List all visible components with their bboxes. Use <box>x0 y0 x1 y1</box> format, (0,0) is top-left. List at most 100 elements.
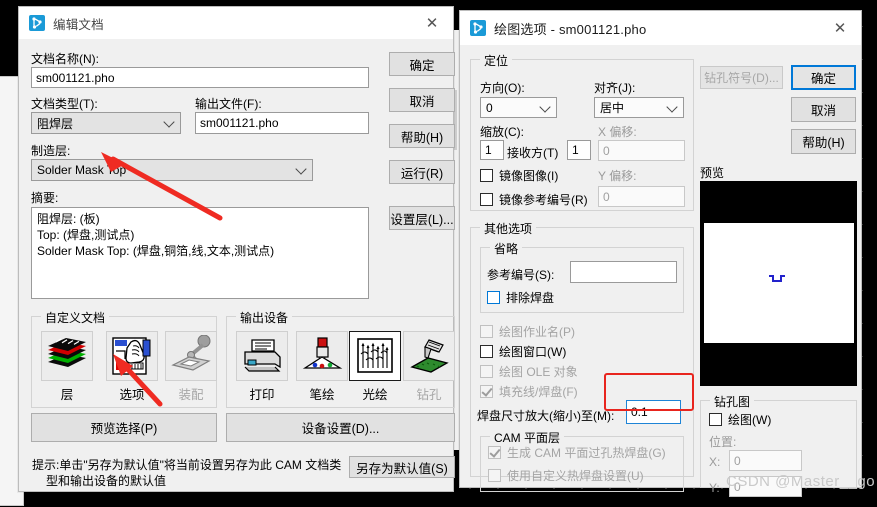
help-button[interactable]: 帮助(H) <box>389 124 455 148</box>
pad-scale-label: 焊盘尺寸放大(缩小)至(M): <box>477 409 615 423</box>
other-options-group-title: 其他选项 <box>480 220 537 237</box>
pad-scale-input[interactable]: 0.1 <box>626 400 681 424</box>
layers-button[interactable] <box>41 331 93 381</box>
assembly-button <box>165 331 217 381</box>
options-caption: 选项 <box>119 388 145 402</box>
photo-plotter-icon <box>357 338 393 373</box>
summary-textbox[interactable]: 阻焊层: (板) Top: (焊盘,测试点) Solder Mask Top: … <box>31 207 369 299</box>
drill-position-label: 位置: <box>709 435 737 449</box>
plot-options-title: 绘图选项 - sm001121.pho <box>494 21 647 37</box>
run-button[interactable]: 运行(R) <box>389 160 455 184</box>
help-button[interactable]: 帮助(H) <box>791 129 856 154</box>
robot-arm-icon <box>171 335 211 371</box>
receive-value: 1 <box>572 143 579 157</box>
checkbox-box <box>480 193 493 206</box>
y-offset-input[interactable]: 0 <box>598 186 685 207</box>
receive-input[interactable]: 1 <box>567 140 591 160</box>
generate-cam-thermal-label: 生成 CAM 平面过孔热焊盘(G) <box>507 446 666 460</box>
photo-plot-caption: 光绘 <box>362 388 388 402</box>
plot-ole-checkbox[interactable]: 绘图 OLE 对象 <box>480 363 578 380</box>
doc-name-label: 文档名称(N): <box>31 52 99 66</box>
y-offset-value: 0 <box>603 189 610 204</box>
y-offset-label: Y 偏移: <box>598 169 637 183</box>
exclude-pad-label: 排除焊盘 <box>506 291 555 305</box>
mirror-refdes-checkbox[interactable]: 镜像参考编号(R) <box>480 191 588 208</box>
refdes-input[interactable] <box>570 261 677 283</box>
drill-x-value: 0 <box>734 453 741 468</box>
close-icon[interactable]: ✕ <box>411 7 453 39</box>
cancel-button[interactable]: 取消 <box>791 97 856 122</box>
doc-type-combo[interactable]: 阻焊层 <box>31 112 181 134</box>
photo-plotter-button[interactable] <box>349 331 401 381</box>
options-button[interactable] <box>106 331 158 381</box>
align-label: 对齐(J): <box>594 81 636 95</box>
plot-options-titlebar: 绘图选项 - sm001121.pho ✕ <box>460 11 861 45</box>
align-value: 居中 <box>600 101 625 115</box>
checkbox-box <box>480 385 493 398</box>
plot-job-name-label: 绘图作业名(P) <box>499 325 575 339</box>
output-file-input[interactable]: sm001121.pho <box>195 112 369 134</box>
drill-x-input[interactable]: 0 <box>729 450 802 471</box>
custom-document-group-title: 自定义文档 <box>41 309 110 326</box>
preview-board <box>704 223 854 343</box>
checkbox-box <box>480 325 493 338</box>
generate-cam-thermal-checkbox[interactable]: 生成 CAM 平面过孔热焊盘(G) <box>488 444 666 461</box>
cancel-button[interactable]: 取消 <box>389 88 455 112</box>
preview-label: 预览 <box>700 166 725 180</box>
ok-button[interactable]: 确定 <box>389 52 455 76</box>
x-offset-input[interactable]: 0 <box>598 140 685 161</box>
checkbox-box <box>709 413 722 426</box>
manufacture-layer-label: 制造层: <box>31 144 71 158</box>
printer-icon <box>244 339 281 372</box>
doc-name-input[interactable]: sm001121.pho <box>31 67 369 88</box>
fill-line-pad-label: 填充线/焊盘(F) <box>499 385 578 399</box>
save-as-default-button[interactable]: 另存为默认值(S) <box>349 456 455 478</box>
scale-input[interactable]: 1 <box>480 140 504 160</box>
pen-plotter-button[interactable] <box>296 331 348 381</box>
drill-caption: 钻孔 <box>416 388 442 402</box>
drill-plot-label: 绘图(W) <box>728 413 772 427</box>
checkbox-box <box>480 169 493 182</box>
doc-type-label: 文档类型(T): <box>31 97 98 111</box>
exclude-pad-checkbox[interactable]: 排除焊盘 <box>487 289 554 306</box>
scale-label: 缩放(C): <box>480 125 524 139</box>
mirror-image-label: 镜像图像(I) <box>499 169 559 183</box>
device-settings-button[interactable]: 设备设置(D)... <box>226 413 455 442</box>
omit-group-title: 省略 <box>490 240 523 257</box>
checkbox-box <box>488 446 501 459</box>
route-icon <box>29 15 45 31</box>
drill-plot-checkbox[interactable]: 绘图(W) <box>709 411 771 428</box>
summary-label: 摘要: <box>31 191 59 205</box>
ok-button[interactable]: 确定 <box>791 65 856 90</box>
direction-value: 0 <box>486 100 493 115</box>
hint-line-1: 提示:单击"另存为默认值"将当前设置另存为此 CAM 文档类 <box>32 458 342 472</box>
use-custom-thermal-checkbox[interactable]: 使用自定义热焊盘设置(U) <box>488 467 644 484</box>
set-layer-button[interactable]: 设置层(L)... <box>389 206 455 230</box>
close-icon[interactable]: ✕ <box>819 11 861 45</box>
fill-line-pad-checkbox[interactable]: 填充线/焊盘(F) <box>480 383 578 400</box>
refdes-label: 参考编号(S): <box>487 268 555 282</box>
plot-window-checkbox[interactable]: 绘图窗口(W) <box>480 343 566 360</box>
plot-job-name-checkbox[interactable]: 绘图作业名(P) <box>480 323 575 340</box>
edit-document-titlebar: 编辑文档 ✕ <box>19 7 453 39</box>
drill-figure-group-title: 钻孔图 <box>710 393 755 410</box>
chevron-down-icon <box>163 116 175 128</box>
plot-options-dialog: 绘图选项 - sm001121.pho ✕ 定位 方向(O): 0 对齐(J):… <box>459 10 862 497</box>
direction-combo[interactable]: 0 <box>480 97 557 118</box>
drill-button <box>403 331 455 381</box>
preview-pad-mark <box>768 275 786 286</box>
drill-icon <box>410 339 449 373</box>
output-file-value: sm001121.pho <box>200 116 279 130</box>
drill-y-label: Y: <box>709 481 720 495</box>
align-combo[interactable]: 居中 <box>594 97 684 118</box>
assembly-caption: 装配 <box>178 388 204 402</box>
preview-canvas[interactable] <box>700 181 857 386</box>
mirror-image-checkbox[interactable]: 镜像图像(I) <box>480 167 558 184</box>
plot-window-label: 绘图窗口(W) <box>499 345 567 359</box>
manufacture-layer-combo[interactable]: Solder Mask Top <box>31 159 313 181</box>
chevron-down-icon <box>539 100 551 113</box>
layers-caption: 层 <box>60 388 74 402</box>
preview-select-button[interactable]: 预览选择(P) <box>31 413 217 442</box>
printer-button[interactable] <box>236 331 288 381</box>
doc-type-value: 阻焊层 <box>37 116 74 131</box>
